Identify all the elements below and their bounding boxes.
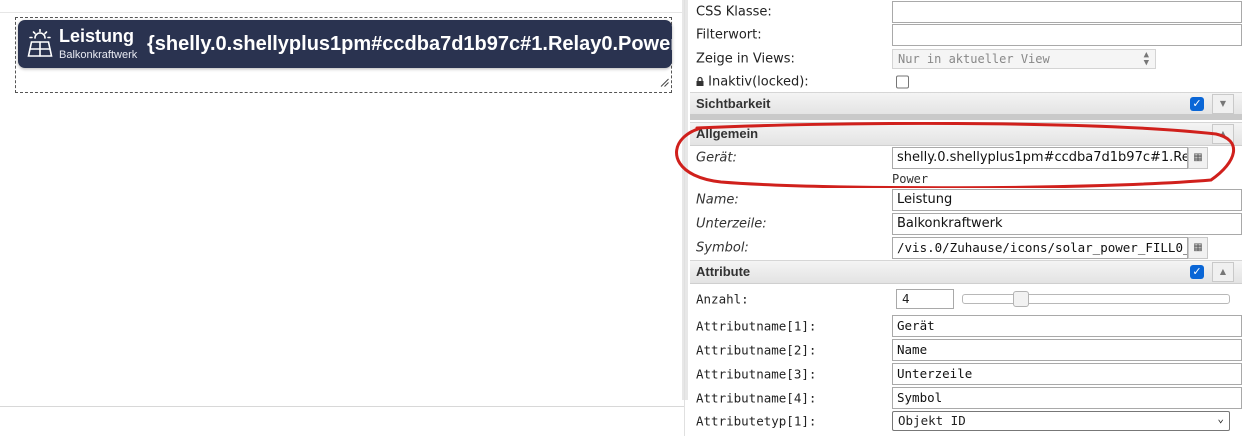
locked-label-wrap: Inaktiv(locked): — [696, 75, 809, 90]
section-visibility[interactable]: Sichtbarkeit ✓ ▼ — [690, 92, 1242, 116]
properties-panel: CSS Klasse: Filterwort: Zeige in Views: … — [690, 0, 1242, 436]
attrname-row-4: Attributname[4]: Symbol — [690, 386, 1242, 410]
device-row: Gerät: shelly.0.shellyplus1pm#ccdba7d1b9… — [690, 146, 1242, 170]
attrname-label-4: Attributname[4]: — [696, 390, 817, 406]
locked-row: Inaktiv(locked): — [690, 70, 1242, 94]
count-slider[interactable] — [962, 291, 1230, 307]
device-hint: Power — [892, 172, 929, 186]
slider-handle[interactable] — [1013, 291, 1029, 307]
css-class-input[interactable] — [892, 1, 1242, 23]
subline-row: Unterzeile: Balkonkraftwerk — [690, 212, 1242, 236]
section-visibility-title: Sichtbarkeit — [696, 96, 771, 111]
count-row: Anzahl: 4 — [690, 287, 1242, 311]
visibility-enabled-checkbox[interactable]: ✓ — [1190, 97, 1204, 111]
filter-label: Filterwort: — [696, 27, 762, 43]
section-general[interactable]: Allgemein ▲ — [690, 122, 1242, 146]
widget-title: Leistung — [59, 26, 134, 46]
power-widget[interactable]: Leistung Balkonkraftwerk {shelly.0.shell… — [18, 20, 672, 68]
attrtype-row-1: Attributetyp[1]: Objekt ID ⌄ — [690, 409, 1242, 433]
attributes-enabled-checkbox[interactable]: ✓ — [1190, 265, 1204, 279]
editor-canvas[interactable]: Leistung Balkonkraftwerk {shelly.0.shell… — [0, 0, 688, 436]
count-input[interactable]: 4 — [896, 289, 954, 309]
widget-subtitle: Balkonkraftwerk — [59, 49, 138, 61]
attrname-row-2: Attributname[2]: Name — [690, 338, 1242, 362]
css-class-row: CSS Klasse: — [690, 0, 1242, 24]
panel-splitter[interactable] — [684, 0, 685, 436]
name-row: Name: Leistung — [690, 188, 1242, 212]
subline-input[interactable]: Balkonkraftwerk — [892, 213, 1242, 235]
subline-label: Unterzeile: — [696, 216, 767, 232]
views-select-value: Nur in aktueller View — [898, 52, 1050, 66]
symbol-label: Symbol: — [696, 240, 749, 256]
attrname-input-2[interactable]: Name — [892, 339, 1242, 361]
collapse-section-icon[interactable]: ▲ — [1212, 124, 1234, 144]
select-object-button[interactable]: ▦ — [1188, 147, 1208, 169]
canvas-footer-divider — [0, 406, 685, 407]
symbol-input[interactable]: /vis.0/Zuhause/icons/solar_power_FILL0_w… — [892, 237, 1188, 259]
name-label: Name: — [696, 192, 739, 208]
name-input[interactable]: Leistung — [892, 189, 1242, 211]
attrtype-select-1[interactable]: Objekt ID ⌄ — [892, 411, 1230, 431]
section-attributes[interactable]: Attribute ✓ ▲ — [690, 260, 1242, 284]
chevron-down-icon: ⌄ — [1217, 412, 1224, 425]
solar-power-icon — [27, 29, 53, 57]
select-file-button[interactable]: ▦ — [1188, 237, 1208, 259]
attrname-row-1: Attributname[1]: Gerät — [690, 314, 1242, 338]
views-row: Zeige in Views: Nur in aktueller View ▲ ▼ — [690, 47, 1242, 71]
symbol-row: Symbol: /vis.0/Zuhause/icons/solar_power… — [690, 236, 1242, 260]
canvas-scrollbar[interactable] — [682, 0, 688, 400]
locked-label: Inaktiv(locked): — [708, 74, 809, 90]
count-label: Anzahl: — [696, 291, 749, 307]
updown-arrows-icon: ▲ ▼ — [1143, 50, 1149, 68]
views-label: Zeige in Views: — [696, 51, 795, 67]
section-general-title: Allgemein — [696, 126, 759, 141]
attrtype-label-1: Attributetyp[1]: — [696, 413, 817, 429]
widget-value: {shelly.0.shellyplus1pm#ccdba7d1b97c#1.R… — [147, 33, 672, 55]
views-select[interactable]: Nur in aktueller View ▲ ▼ — [892, 49, 1156, 69]
locked-checkbox[interactable] — [896, 75, 909, 89]
attrname-row-3: Attributname[3]: Unterzeile — [690, 362, 1242, 386]
canvas-divider — [0, 12, 685, 13]
filter-row: Filterwort: — [690, 23, 1242, 47]
section-attributes-title: Attribute — [696, 264, 751, 279]
attrname-input-1[interactable]: Gerät — [892, 315, 1242, 337]
attrname-input-3[interactable]: Unterzeile — [892, 363, 1242, 385]
section-divider — [690, 114, 1242, 120]
collapse-attributes-icon[interactable]: ▲ — [1212, 262, 1234, 282]
resize-grip-icon[interactable] — [660, 78, 669, 87]
lock-icon — [696, 76, 704, 86]
attrname-input-4[interactable]: Symbol — [892, 387, 1242, 409]
attrname-label-1: Attributname[1]: — [696, 318, 817, 334]
attrname-label-2: Attributname[2]: — [696, 342, 817, 358]
attrname-label-3: Attributname[3]: — [696, 366, 817, 382]
filter-input[interactable] — [892, 24, 1242, 46]
attrtype-select-value: Objekt ID — [898, 413, 966, 428]
expand-section-icon[interactable]: ▼ — [1212, 94, 1234, 114]
device-input[interactable]: shelly.0.shellyplus1pm#ccdba7d1b97c#1.Re… — [892, 147, 1188, 169]
css-class-label: CSS Klasse: — [696, 4, 772, 20]
device-label: Gerät: — [696, 150, 737, 166]
